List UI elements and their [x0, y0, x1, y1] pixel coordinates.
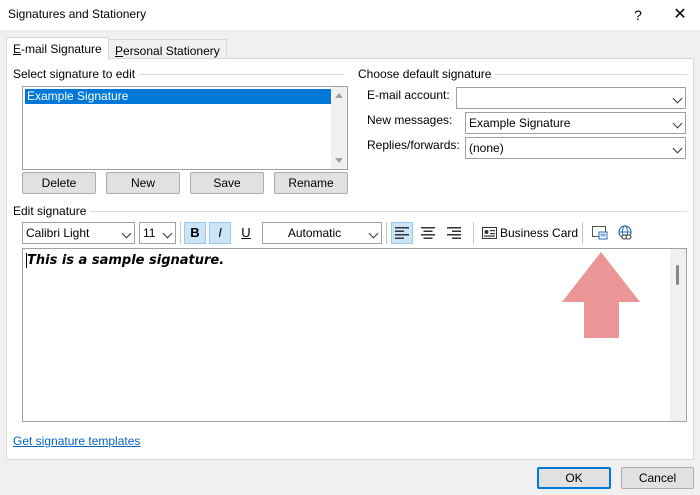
- toolbar-separator: [180, 222, 181, 244]
- align-left-icon: [395, 227, 409, 239]
- signature-content[interactable]: This is a sample signature.: [27, 253, 224, 268]
- insert-picture-button[interactable]: [589, 222, 611, 244]
- chevron-down-icon: [368, 228, 379, 239]
- underline-button[interactable]: U: [235, 222, 257, 244]
- ok-button[interactable]: OK: [537, 467, 611, 489]
- list-scrollbar[interactable]: [331, 87, 347, 169]
- annotation-arrow-icon: [562, 252, 640, 338]
- replies-forwards-select[interactable]: (none): [465, 137, 686, 159]
- picture-icon: [592, 226, 608, 240]
- bold-button[interactable]: B: [184, 222, 206, 244]
- editor-scrollbar[interactable]: [670, 249, 686, 421]
- replies-forwards-value: (none): [469, 141, 504, 155]
- business-card-label: Business Card: [500, 226, 579, 240]
- hyperlink-icon: [618, 225, 632, 240]
- font-name-select[interactable]: Calibri Light: [22, 222, 135, 244]
- align-center-icon: [421, 227, 435, 239]
- title-bar: Signatures and Stationery ? ✕: [0, 0, 700, 30]
- toolbar-separator: [386, 222, 387, 244]
- align-right-button[interactable]: [443, 222, 465, 244]
- default-signature-label: Choose default signature: [358, 67, 496, 81]
- align-center-button[interactable]: [417, 222, 439, 244]
- chevron-down-icon: [162, 228, 173, 239]
- cancel-button[interactable]: Cancel: [621, 467, 694, 489]
- business-card-icon: [482, 227, 497, 239]
- replies-forwards-label: Replies/forwards:: [367, 138, 460, 152]
- email-account-label: E-mail account:: [367, 88, 450, 102]
- tab-email-signature-label: E-mail Signature: [13, 42, 102, 56]
- chevron-down-icon: [672, 143, 683, 154]
- font-size-value: 11: [143, 226, 156, 240]
- help-button[interactable]: ?: [626, 4, 650, 26]
- tab-email-signature[interactable]: E-mail Signature: [6, 37, 109, 61]
- chevron-down-icon: [121, 228, 132, 239]
- align-left-button[interactable]: [391, 222, 413, 244]
- font-name-value: Calibri Light: [26, 226, 90, 240]
- window-title: Signatures and Stationery: [8, 7, 147, 21]
- scroll-up-icon[interactable]: [335, 93, 343, 98]
- font-color-value: Automatic: [287, 226, 342, 240]
- toolbar-separator: [473, 222, 474, 244]
- chevron-down-icon: [672, 118, 683, 129]
- close-button[interactable]: ✕: [668, 4, 692, 26]
- edit-signature-label: Edit signature: [13, 204, 91, 218]
- scroll-down-icon[interactable]: [335, 158, 343, 163]
- email-account-select[interactable]: [456, 87, 686, 109]
- edit-signature-divider: [14, 211, 687, 212]
- list-item[interactable]: Example Signature: [25, 89, 331, 104]
- align-right-icon: [447, 227, 461, 239]
- rename-button[interactable]: Rename: [274, 172, 348, 194]
- new-messages-label: New messages:: [367, 113, 453, 127]
- new-messages-select[interactable]: Example Signature: [465, 112, 686, 134]
- toolbar-separator: [582, 222, 583, 244]
- delete-button[interactable]: Delete: [22, 172, 96, 194]
- tab-personal-stationery-label: Personal Stationery: [115, 44, 220, 58]
- font-size-select[interactable]: 11: [139, 222, 176, 244]
- save-button[interactable]: Save: [190, 172, 264, 194]
- select-signature-label: Select signature to edit: [13, 67, 140, 81]
- insert-hyperlink-button[interactable]: [614, 222, 636, 244]
- signature-list[interactable]: Example Signature: [22, 86, 348, 170]
- font-color-select[interactable]: Automatic: [262, 222, 382, 244]
- chevron-down-icon: [672, 93, 683, 104]
- italic-button[interactable]: I: [209, 222, 231, 244]
- business-card-button[interactable]: Business Card: [478, 222, 578, 244]
- get-templates-link[interactable]: Get signature templates: [13, 434, 140, 448]
- new-messages-value: Example Signature: [469, 116, 571, 130]
- scroll-thumb[interactable]: [676, 265, 679, 285]
- new-button[interactable]: New: [106, 172, 180, 194]
